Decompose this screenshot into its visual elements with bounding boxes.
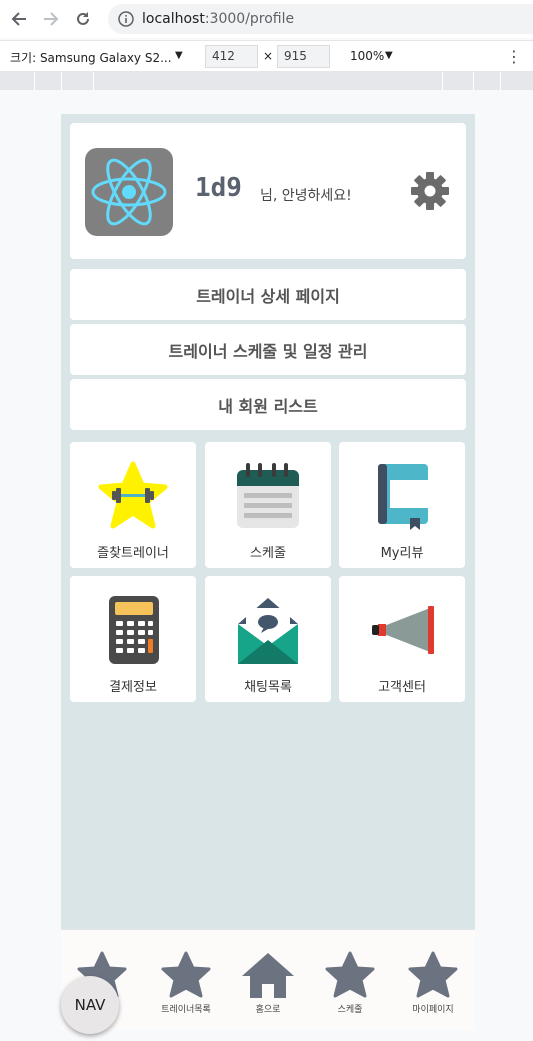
bottom-navigation: 트레이너목록 홈으로 스케줄 마이페이지 <box>61 929 475 1030</box>
calendar-icon <box>237 463 299 528</box>
chevron-down-icon[interactable]: ▼ <box>385 50 393 61</box>
gear-icon[interactable] <box>410 171 450 211</box>
more-options-icon[interactable]: ⋮ <box>506 47 522 66</box>
star-icon <box>408 951 458 998</box>
nav-label: 스케줄 <box>337 1005 363 1015</box>
tile-favorite-trainers[interactable]: 즐찾트레이너 <box>70 442 196 568</box>
star-icon <box>161 951 211 998</box>
notebook-icon <box>378 464 430 530</box>
nav-toggle-button[interactable]: NAV <box>61 976 119 1034</box>
back-icon[interactable] <box>6 6 32 32</box>
greeting-text: 님, 안녕하세요! <box>260 188 352 204</box>
nav-label: 홈으로 <box>255 1005 281 1015</box>
tile-chat-list[interactable]: 채팅목록 <box>205 576 331 702</box>
tile-label: 결제정보 <box>109 680 157 695</box>
react-logo-icon <box>91 158 167 226</box>
tile-label: 고객센터 <box>378 680 426 695</box>
height-input[interactable]: 915 <box>277 45 330 68</box>
trainer-detail-button[interactable]: 트레이너 상세 페이지 <box>70 269 466 320</box>
star-icon <box>325 951 375 998</box>
chevron-down-icon[interactable]: ▼ <box>175 50 183 61</box>
nav-label: 트레이너목록 <box>161 1005 211 1015</box>
nav-item-home[interactable]: 홈으로 <box>233 950 303 1015</box>
url-host: localhost <box>142 11 205 27</box>
reload-icon[interactable] <box>70 6 96 32</box>
avatar <box>85 148 173 236</box>
tile-label: 채팅목록 <box>244 680 292 695</box>
megaphone-icon <box>372 606 434 654</box>
nav-label: 마이페이지 <box>412 1005 454 1015</box>
tile-label: 즐찾트레이너 <box>97 546 169 561</box>
media-query-ruler <box>0 72 533 90</box>
star-dumbbell-icon <box>98 461 168 529</box>
app-viewport: 1d9 님, 안녕하세요! 트레이너 상세 페이지 트레이너 스케줄 및 일정 … <box>61 114 475 1034</box>
tile-label: My리뷰 <box>380 546 424 561</box>
mail-chat-icon <box>238 598 298 664</box>
tile-customer-center[interactable]: 고객센터 <box>339 576 465 702</box>
zoom-select[interactable]: 100% <box>350 49 384 63</box>
username: 1d9 <box>195 173 242 203</box>
tile-label: 스케줄 <box>250 546 286 561</box>
forward-icon[interactable] <box>38 6 64 32</box>
browser-toolbar: localhost:3000/profile <box>0 0 533 38</box>
home-icon <box>242 953 294 998</box>
nav-item-mypage[interactable]: 마이페이지 <box>398 950 468 1015</box>
info-icon[interactable] <box>118 11 134 27</box>
trainer-schedule-button[interactable]: 트레이너 스케줄 및 일정 관리 <box>70 324 466 375</box>
device-select[interactable]: 크기: Samsung Galaxy S2... <box>10 49 172 66</box>
tile-payment-info[interactable]: 결제정보 <box>70 576 196 702</box>
url-path: :3000/profile <box>204 11 295 27</box>
tile-schedule[interactable]: 스케줄 <box>205 442 331 568</box>
member-list-button[interactable]: 내 회원 리스트 <box>70 379 466 430</box>
tile-my-reviews[interactable]: My리뷰 <box>339 442 465 568</box>
profile-card: 1d9 님, 안녕하세요! <box>70 123 466 259</box>
calculator-icon <box>109 596 159 664</box>
device-toolbar: 크기: Samsung Galaxy S2... ▼ 412 × 915 100… <box>0 40 533 72</box>
nav-item-trainer-list[interactable]: 트레이너목록 <box>151 950 221 1015</box>
nav-item-schedule[interactable]: 스케줄 <box>315 950 385 1015</box>
dimension-times: × <box>263 49 274 63</box>
address-bar[interactable]: localhost:3000/profile <box>108 4 533 34</box>
width-input[interactable]: 412 <box>205 45 258 68</box>
